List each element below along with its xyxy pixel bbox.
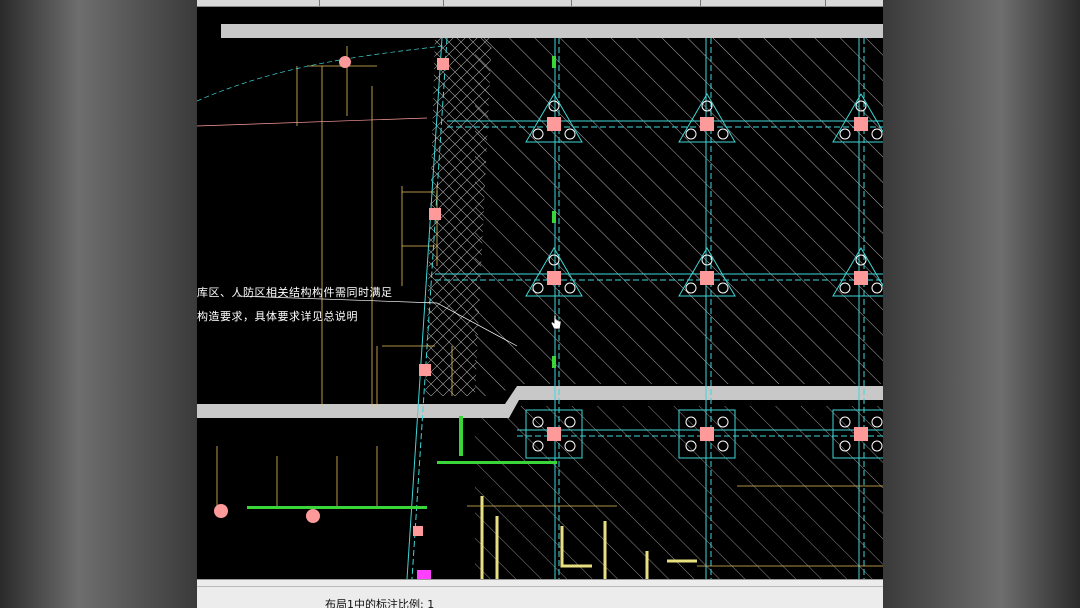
annotation-scale-label: 布局1中的标注比例: 1 [325, 598, 435, 608]
column-marker [214, 504, 228, 518]
hand-cursor-icon [550, 314, 562, 330]
note-line-1: 库区、人防区相关结构构件需同时满足 [197, 286, 393, 299]
red-line [197, 117, 428, 127]
left-blur-margin [0, 0, 197, 608]
column-marker [413, 526, 423, 536]
drawing-canvas[interactable]: 库区、人防区相关结构构件需同时满足 构造要求，具体要求详见总说明 [197, 6, 883, 580]
cad-window: 库区、人防区相关结构构件需同时满足 构造要求，具体要求详见总说明 布局1中的标注… [197, 0, 883, 608]
status-divider [197, 586, 883, 587]
slab-band-top [221, 24, 883, 38]
arc-line [197, 45, 444, 102]
note-line-2: 构造要求，具体要求详见总说明 [197, 310, 358, 323]
hatched-slab-area [475, 36, 883, 396]
column-marker [306, 509, 320, 523]
right-blur-margin [883, 0, 1080, 608]
magenta-marker [417, 570, 431, 579]
status-bar: 布局1中的标注比例: 1 [197, 579, 883, 608]
